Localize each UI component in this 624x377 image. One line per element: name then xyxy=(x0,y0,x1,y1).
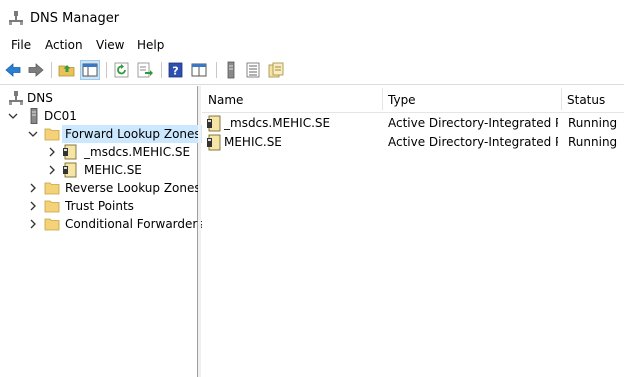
export-list-icon[interactable] xyxy=(136,61,154,79)
results-list: Name Type Status _msdcs.MEHIC.SE Active … xyxy=(202,86,624,377)
zone-icon xyxy=(207,115,221,132)
tree-label: Conditional Forwarders xyxy=(65,217,204,231)
show-hide-tree-icon[interactable] xyxy=(80,60,100,80)
tree-item-dns[interactable]: DNS xyxy=(0,89,197,107)
tree-label: _msdcs.MEHIC.SE xyxy=(84,145,191,159)
toolbar-separator xyxy=(161,62,162,78)
title-bar: DNS Manager xyxy=(0,0,624,36)
forward-icon[interactable] xyxy=(27,61,45,79)
folder-icon xyxy=(44,182,60,195)
menu-help[interactable]: Help xyxy=(137,38,164,52)
window-title: DNS Manager xyxy=(30,11,120,26)
toolbar: ? xyxy=(0,57,624,85)
tree-item-trust-points[interactable]: Trust Points xyxy=(0,197,197,215)
chevron-right-icon[interactable] xyxy=(47,165,57,175)
chevron-down-icon[interactable] xyxy=(8,111,18,121)
console-icon[interactable] xyxy=(190,61,208,79)
table-row[interactable]: MEHIC.SE Active Directory-Integrated Pr.… xyxy=(202,133,624,152)
tree-label: DNS xyxy=(27,91,53,105)
tree-label: DC01 xyxy=(44,109,77,123)
menu-file[interactable]: File xyxy=(11,38,31,52)
server-icon xyxy=(30,108,38,124)
cell-status: Running xyxy=(568,135,618,149)
tree-item-zone[interactable]: _msdcs.MEHIC.SE xyxy=(0,143,197,161)
list-header: Name Type Status xyxy=(202,86,624,113)
zone-icon xyxy=(63,144,77,160)
tree-item-reverse-lookup-zones[interactable]: Reverse Lookup Zones xyxy=(0,179,201,197)
server-icon[interactable] xyxy=(222,61,240,79)
tree-item-server[interactable]: DC01 xyxy=(0,107,197,125)
tree-item-zone[interactable]: MEHIC.SE xyxy=(0,161,197,179)
zone-icon xyxy=(63,162,77,178)
tree-label: Reverse Lookup Zones xyxy=(65,181,201,195)
toolbar-separator xyxy=(216,62,217,78)
tree-label: MEHIC.SE xyxy=(84,163,142,177)
cell-name: MEHIC.SE xyxy=(224,135,282,149)
chevron-right-icon[interactable] xyxy=(28,183,38,193)
list-icon[interactable] xyxy=(244,61,262,79)
properties-icon[interactable] xyxy=(267,61,285,79)
tree-item-forward-lookup-zones[interactable]: Forward Lookup Zones xyxy=(0,125,204,143)
toolbar-separator xyxy=(106,62,107,78)
folder-icon xyxy=(44,128,60,141)
zone-icon xyxy=(207,134,221,151)
back-icon[interactable] xyxy=(4,61,22,79)
up-folder-icon[interactable] xyxy=(58,61,76,79)
dns-app-icon xyxy=(9,11,23,25)
pane-splitter[interactable] xyxy=(198,86,201,377)
cell-name: _msdcs.MEHIC.SE xyxy=(224,116,331,130)
menu-action[interactable]: Action xyxy=(45,38,83,52)
menu-view[interactable]: View xyxy=(96,38,124,52)
folder-icon xyxy=(44,200,60,213)
folder-icon xyxy=(44,218,60,231)
column-header-name[interactable]: Name xyxy=(202,86,382,112)
tree-item-conditional-forwarders[interactable]: Conditional Forwarders xyxy=(0,215,204,233)
menu-bar: File Action View Help xyxy=(0,36,624,56)
chevron-right-icon[interactable] xyxy=(28,201,38,211)
column-header-type[interactable]: Type xyxy=(382,86,561,112)
console-tree: DNS DC01 Forward Lookup Zones _msdcs.MEH… xyxy=(0,86,204,377)
tree-label: Forward Lookup Zones xyxy=(62,125,204,143)
svg-text:?: ? xyxy=(172,65,178,78)
table-row[interactable]: _msdcs.MEHIC.SE Active Directory-Integra… xyxy=(202,114,624,133)
cell-type: Active Directory-Integrated Pr... xyxy=(388,135,558,149)
cell-type: Active Directory-Integrated Pr... xyxy=(388,116,558,130)
cell-status: Running xyxy=(568,116,618,130)
chevron-down-icon[interactable] xyxy=(28,129,38,139)
toolbar-separator xyxy=(51,62,52,78)
help-icon[interactable]: ? xyxy=(167,61,185,79)
chevron-right-icon[interactable] xyxy=(47,147,57,157)
column-header-status[interactable]: Status xyxy=(561,86,624,112)
dns-icon xyxy=(9,91,23,105)
chevron-right-icon[interactable] xyxy=(28,219,38,229)
refresh-icon[interactable] xyxy=(113,61,131,79)
tree-label: Trust Points xyxy=(65,199,134,213)
